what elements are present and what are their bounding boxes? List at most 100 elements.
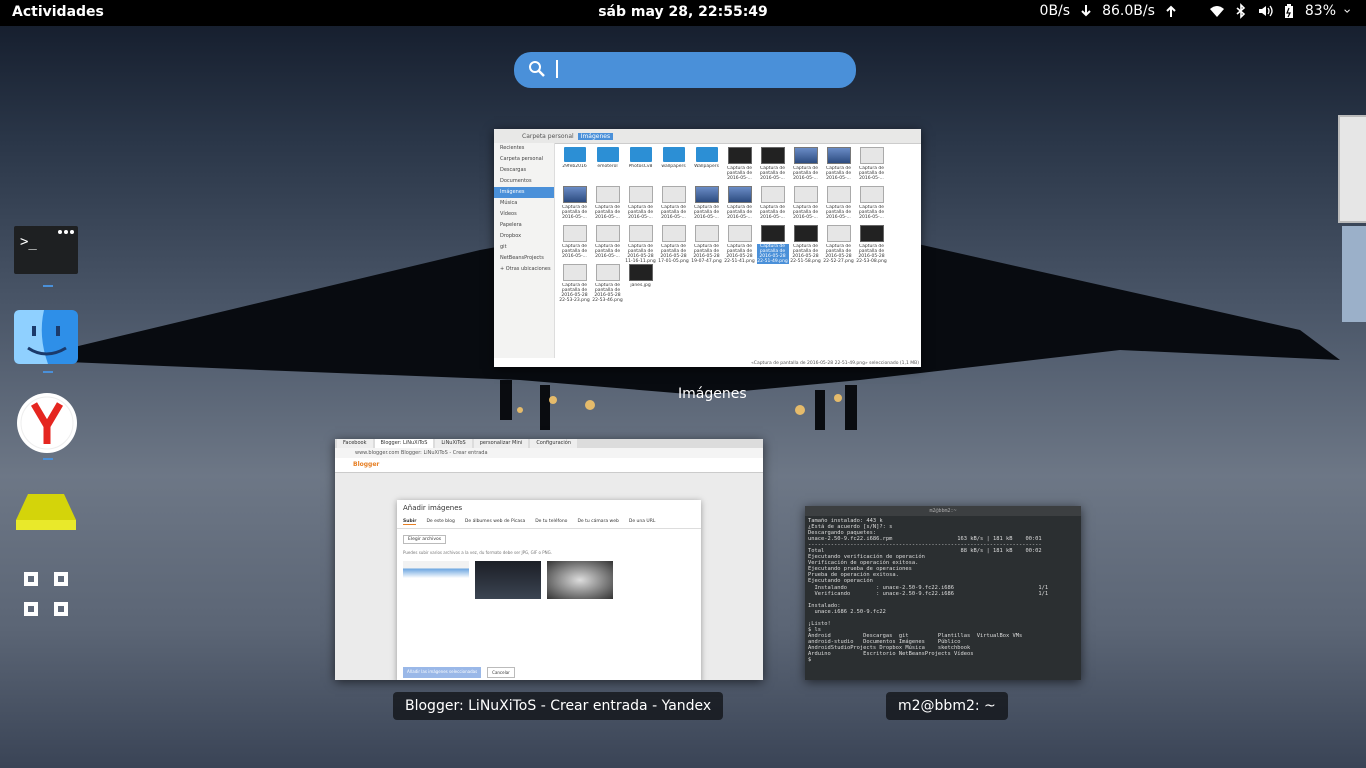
sidebar-item-selected[interactable]: Imágenes [494, 187, 554, 198]
file-item[interactable]: wallpapers [657, 147, 690, 186]
caption-browser[interactable]: Blogger: LiNuXiToS - Crear entrada - Yan… [393, 692, 724, 720]
file-item[interactable]: Captura de pantalla de 2016-05-... [723, 186, 756, 225]
dash-terminal[interactable]: >_ [14, 226, 80, 286]
add-selected-button[interactable]: Añadir las imágenes seleccionadas [403, 667, 482, 678]
file-item[interactable]: emoterol [591, 147, 624, 186]
image-thumbnail-icon [628, 264, 653, 281]
window-files[interactable]: Carpeta personal Imágenes Recientes Carp… [494, 129, 921, 367]
file-item[interactable]: janes.jpg [624, 264, 657, 303]
browser-tabs: Facebook Blogger: LiNuXiToS LiNuXiToS pe… [335, 439, 763, 448]
search-icon [529, 61, 545, 77]
dialog-tab[interactable]: De tu cámara web [577, 519, 618, 525]
image-thumbnail-icon [826, 147, 851, 164]
file-item[interactable]: Captura de pantalla de 2016-05-... [789, 186, 822, 225]
dialog-tab[interactable]: De una URL [629, 519, 655, 525]
window-terminal[interactable]: m2@bbm2:~ Tamaño instalado: 443 k ¿Está … [805, 506, 1081, 680]
dash-finder[interactable] [14, 308, 80, 368]
image-thumbnail-icon [793, 186, 818, 203]
file-item[interactable]: Captura de pantalla de 2016-05-28 11-16-… [624, 225, 657, 264]
sidebar-item[interactable]: Recientes [494, 143, 554, 154]
sidebar-item[interactable]: Documentos [494, 176, 554, 187]
file-label: Captura de pantalla de 2016-05-... [660, 205, 687, 220]
file-item[interactable]: Captura de pantalla de 2016-05-28 19-07-… [690, 225, 723, 264]
cancel-button[interactable]: Cancelar [487, 667, 515, 678]
file-item[interactable]: 29feb2016 [558, 147, 591, 186]
file-item[interactable]: Captura de pantalla de 2016-05-... [822, 186, 855, 225]
file-label: Captura de pantalla de 2016-05-... [561, 244, 588, 259]
file-item[interactable]: Captura de pantalla de 2016-05-... [624, 186, 657, 225]
workspace-thumbnail-2[interactable] [1342, 226, 1366, 322]
workspace-thumbnail-1[interactable] [1338, 115, 1366, 223]
browser-tab[interactable]: Facebook [337, 439, 373, 448]
file-item[interactable]: Captura de pantalla de 2016-05-... [591, 225, 624, 264]
image-thumbnail-icon [694, 186, 719, 203]
file-item[interactable]: Captura de pantalla de 2016-05-28 22-53-… [855, 225, 888, 264]
file-item[interactable]: Captura de pantalla de 2016-05-28 22-51-… [756, 225, 789, 264]
file-item[interactable]: Captura de pantalla de 2016-05-... [756, 186, 789, 225]
browser-tab[interactable]: Configuración [530, 439, 578, 448]
image-thumbnail[interactable] [403, 561, 469, 599]
file-item[interactable]: Captura de pantalla de 2016-05-28 22-53-… [591, 264, 624, 303]
file-label: janes.jpg [630, 283, 651, 288]
sidebar-item[interactable]: + Otras ubicaciones [494, 264, 554, 275]
image-thumbnail[interactable] [547, 561, 613, 599]
sidebar-item[interactable]: Música [494, 198, 554, 209]
dialog-tab[interactable]: Subir [403, 519, 417, 525]
browser-tab[interactable]: personalizar Mini [473, 439, 529, 448]
file-item[interactable]: Captura de pantalla de 2016-05-... [855, 147, 888, 186]
terminal-output[interactable]: Tamaño instalado: 443 k ¿Está de acuerdo… [805, 516, 1081, 665]
sidebar-item[interactable]: git [494, 242, 554, 253]
dash-drive[interactable] [14, 490, 80, 550]
file-item[interactable]: Captura de pantalla de 2016-05-28 22-51-… [789, 225, 822, 264]
system-tray[interactable]: 0B/s 86.0B/s 83% [1040, 3, 1354, 19]
window-browser[interactable]: Facebook Blogger: LiNuXiToS LiNuXiToS pe… [335, 439, 763, 680]
image-thumbnail[interactable] [475, 561, 541, 599]
sidebar-item[interactable]: Carpeta personal [494, 154, 554, 165]
path-home[interactable]: Carpeta personal [522, 133, 574, 140]
dialog-tab[interactable]: De álbumes web de Picasa [465, 519, 525, 525]
browser-tab[interactable]: LiNuXiToS [435, 439, 472, 448]
folder-icon [596, 147, 619, 162]
file-item[interactable]: Captura de pantalla de 2016-05-... [690, 186, 723, 225]
file-item[interactable]: Captura de pantalla de 2016-05-... [591, 186, 624, 225]
dialog-tab[interactable]: De este blog [426, 519, 454, 525]
file-item[interactable]: Captura de pantalla de 2016-05-... [822, 147, 855, 186]
caption-terminal[interactable]: m2@bbm2: ~ [886, 692, 1008, 720]
file-label: Captura de pantalla de 2016-05-28 22-53-… [856, 244, 887, 264]
arrow-down-icon [1081, 5, 1091, 17]
path-current[interactable]: Imágenes [577, 132, 614, 140]
file-item[interactable]: Captura de pantalla de 2016-05-... [657, 186, 690, 225]
image-thumbnail-icon [859, 186, 884, 203]
file-item[interactable]: Captura de pantalla de 2016-05-28 22-53-… [558, 264, 591, 303]
sidebar-item[interactable]: Vídeos [494, 209, 554, 220]
image-thumbnail-icon [727, 186, 752, 203]
dash-show-apps[interactable] [14, 566, 80, 626]
file-item[interactable]: Captura de pantalla de 2016-05-... [756, 147, 789, 186]
file-label: Wallpapers [694, 164, 719, 169]
blogger-logo[interactable]: Blogger [335, 458, 763, 473]
file-item[interactable]: Captura de pantalla de 2016-05-... [789, 147, 822, 186]
sidebar-item[interactable]: NetBeansProjects [494, 253, 554, 264]
file-item[interactable]: Captura de pantalla de 2016-05-28 22-51-… [723, 225, 756, 264]
dialog-title: Añadir imágenes [403, 504, 463, 512]
browser-tab-active[interactable]: Blogger: LiNuXiToS [374, 439, 434, 448]
file-item[interactable]: Captura de pantalla de 2016-05-28 17-01-… [657, 225, 690, 264]
file-item[interactable]: Captura de pantalla de 2016-05-... [558, 225, 591, 264]
file-item[interactable]: PhotosCv8 [624, 147, 657, 186]
image-thumbnail-icon [595, 225, 620, 242]
terminal-icon: >_ [14, 226, 78, 274]
choose-files-button[interactable]: Elegir archivos [403, 535, 447, 544]
sidebar-item[interactable]: Dropbox [494, 231, 554, 242]
caption-files[interactable]: Imágenes [666, 380, 759, 408]
app-grid-icon [24, 572, 68, 616]
sidebar-item[interactable]: Descargas [494, 165, 554, 176]
file-item[interactable]: Wallpapers [690, 147, 723, 186]
search-input[interactable] [514, 52, 856, 88]
sidebar-item[interactable]: Papelera [494, 220, 554, 231]
dialog-tab[interactable]: De tu teléfono [535, 519, 567, 525]
file-item[interactable]: Captura de pantalla de 2016-05-... [855, 186, 888, 225]
file-item[interactable]: Captura de pantalla de 2016-05-... [723, 147, 756, 186]
dash-yandex-browser[interactable] [14, 392, 80, 453]
file-item[interactable]: Captura de pantalla de 2016-05-... [558, 186, 591, 225]
file-item[interactable]: Captura de pantalla de 2016-05-28 22-52-… [822, 225, 855, 264]
